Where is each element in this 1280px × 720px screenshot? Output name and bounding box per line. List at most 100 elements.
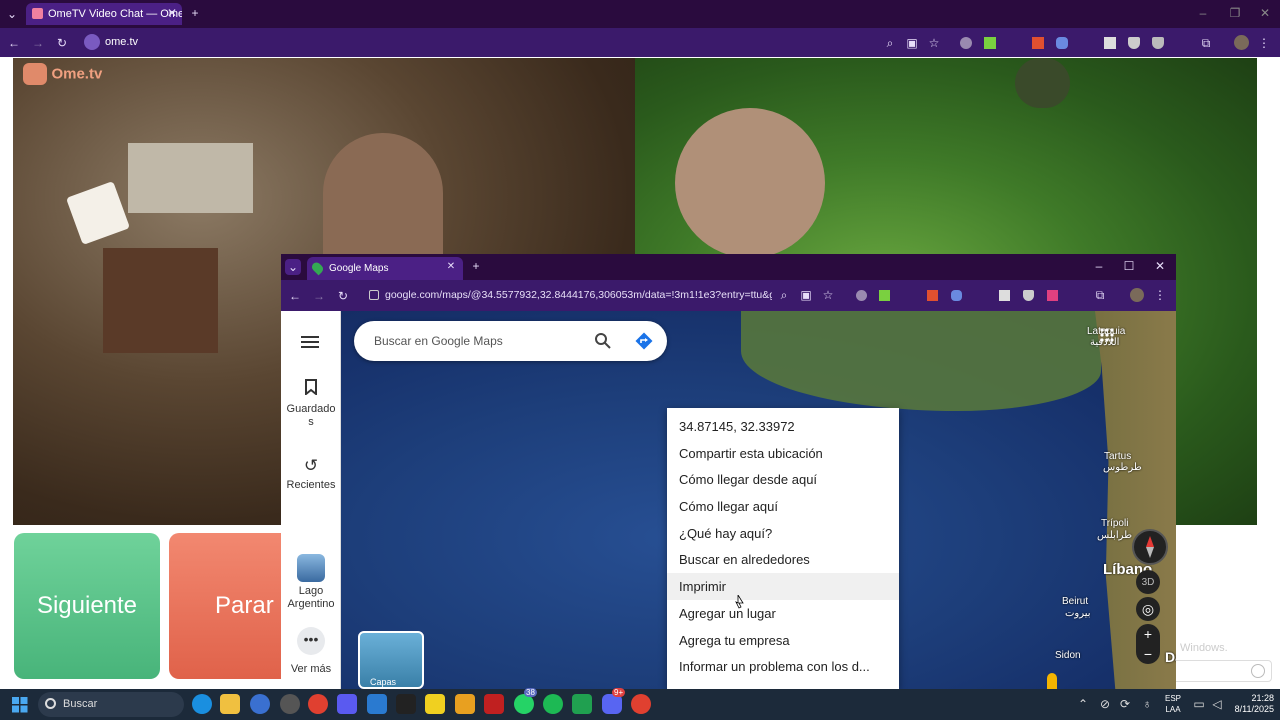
app-icon[interactable]	[250, 694, 270, 714]
windows-start-icon[interactable]	[12, 697, 28, 713]
back-icon[interactable]: ←	[6, 35, 22, 51]
extension-icon[interactable]	[984, 37, 996, 49]
minimize-icon[interactable]: –	[1196, 6, 1210, 20]
sidebar-item-lake[interactable]: Lago Argentino	[281, 554, 341, 611]
tab-search-icon[interactable]: ⌄	[4, 6, 20, 22]
new-tab-icon[interactable]: +	[469, 259, 483, 273]
chat-input[interactable]	[1170, 660, 1272, 682]
context-menu-item-add-place[interactable]: Agregar un lugar	[667, 600, 899, 627]
directions-icon[interactable]	[635, 332, 653, 350]
extensions-puzzle-icon[interactable]: ⧉	[1198, 35, 1214, 51]
language-indicator[interactable]: ESP LAA	[1160, 693, 1186, 715]
context-menu-item-search-nearby[interactable]: Buscar en alrededores	[667, 546, 899, 573]
my-location-icon[interactable]: ◎	[1136, 597, 1160, 621]
terminal-icon[interactable]	[396, 694, 416, 714]
shield-icon[interactable]	[1023, 290, 1034, 301]
extension-icon[interactable]	[1047, 290, 1058, 301]
display-icon[interactable]: ▭	[1192, 697, 1206, 711]
chrome-icon[interactable]	[308, 694, 328, 714]
extension-icon[interactable]	[879, 290, 890, 301]
site-settings-icon[interactable]	[369, 290, 379, 300]
maximize-icon[interactable]: ☐	[1122, 259, 1136, 273]
sidebar-item-recent[interactable]: ↺ Recientes	[281, 457, 341, 492]
teams-icon[interactable]	[337, 694, 357, 714]
excel-icon[interactable]	[572, 694, 592, 714]
bookmark-star-icon[interactable]: ☆	[821, 288, 835, 302]
sync-icon[interactable]: ⟳	[1118, 697, 1132, 711]
clock[interactable]: 21:28 8/11/2025	[1226, 693, 1274, 715]
filezilla-icon[interactable]	[484, 694, 504, 714]
close-tab-icon[interactable]: ✕	[166, 6, 178, 20]
reload-icon[interactable]: ↻	[335, 288, 351, 304]
extension-icon[interactable]	[1056, 37, 1068, 49]
close-window-icon[interactable]: ✕	[1153, 259, 1167, 273]
layers-button[interactable]: Capas	[358, 631, 424, 689]
context-menu-item-coordinates[interactable]: 34.87145, 32.33972	[667, 413, 899, 440]
minimize-icon[interactable]: –	[1092, 259, 1106, 273]
next-button[interactable]: Siguiente	[14, 533, 160, 679]
pegman-icon[interactable]	[1047, 673, 1057, 689]
google-apps-icon[interactable]	[1099, 327, 1115, 343]
zoom-icon[interactable]: ⌕	[777, 288, 791, 302]
search-input[interactable]: Buscar en Google Maps	[374, 334, 503, 348]
context-menu-item-report-problem[interactable]: Informar un problema con los d...	[667, 653, 899, 680]
profile-avatar[interactable]	[1130, 288, 1144, 302]
menu-kebab-icon[interactable]: ⋮	[1258, 35, 1270, 51]
extension-icon[interactable]	[927, 290, 938, 301]
sidebar-item-more[interactable]: ••• Ver más	[281, 627, 341, 676]
extension-icon[interactable]	[960, 37, 972, 49]
new-tab-icon[interactable]: +	[188, 6, 202, 20]
inner-tab-maps[interactable]: Google Maps	[307, 257, 463, 280]
vscode-icon[interactable]	[367, 694, 387, 714]
menu-hamburger-icon[interactable]	[301, 335, 319, 349]
extensions-puzzle-icon[interactable]: ⧉	[1093, 288, 1107, 302]
shield-icon[interactable]	[1152, 37, 1164, 49]
zoom-icon[interactable]: ⌕	[882, 35, 898, 51]
extension-icon[interactable]	[1032, 37, 1044, 49]
show-hidden-icons-icon[interactable]: ⌃	[1076, 697, 1090, 711]
forward-icon[interactable]: →	[30, 35, 46, 51]
emoji-icon[interactable]	[1251, 664, 1265, 678]
extension-icon[interactable]	[1104, 37, 1116, 49]
file-explorer-icon[interactable]	[220, 694, 240, 714]
zoom-in-icon[interactable]: +	[1136, 624, 1160, 644]
sidebar-item-saved[interactable]: Guardados	[281, 379, 341, 429]
maps-url[interactable]: google.com/maps/@34.5577932,32.8444176,3…	[367, 285, 772, 305]
compass-icon[interactable]	[1132, 529, 1168, 565]
tab-search-icon[interactable]: ⌄	[285, 259, 301, 275]
shield-icon[interactable]	[1128, 37, 1140, 49]
close-tab-icon[interactable]: ✕	[445, 260, 457, 272]
close-window-icon[interactable]: ✕	[1258, 6, 1272, 20]
extension-icon[interactable]	[999, 290, 1010, 301]
whatsapp-icon[interactable]: 38	[514, 688, 537, 714]
outer-url[interactable]: ome.tv	[105, 36, 138, 48]
maps-search-box[interactable]: Buscar en Google Maps	[354, 321, 667, 361]
microphone-icon[interactable]: ♁	[1140, 697, 1154, 711]
forward-icon[interactable]: →	[311, 288, 327, 304]
context-menu-item-directions-from[interactable]: Cómo llegar desde aquí	[667, 466, 899, 493]
maximize-icon[interactable]: ❐	[1228, 6, 1242, 20]
taskbar-search[interactable]: Buscar	[38, 692, 184, 717]
reload-icon[interactable]: ↻	[54, 35, 70, 51]
extension-icon[interactable]	[856, 290, 867, 301]
back-icon[interactable]: ←	[287, 288, 303, 304]
edge-icon[interactable]	[192, 694, 212, 714]
cast-icon[interactable]: ▣	[799, 288, 813, 302]
profile-avatar[interactable]	[1234, 35, 1249, 50]
context-menu-item-whats-here[interactable]: ¿Qué hay aquí?	[667, 520, 899, 547]
context-menu-item-directions-to[interactable]: Cómo llegar aquí	[667, 493, 899, 520]
site-info-icon[interactable]	[84, 34, 100, 50]
search-icon[interactable]	[594, 332, 612, 350]
outer-tab-ometv[interactable]: OmeTV Video Chat — Ome	[26, 3, 182, 25]
app-icon[interactable]	[455, 694, 475, 714]
volume-icon[interactable]: ◁	[1210, 697, 1224, 711]
bookmark-star-icon[interactable]: ☆	[926, 35, 942, 51]
context-menu-item-share[interactable]: Compartir esta ubicación	[667, 440, 899, 467]
menu-kebab-icon[interactable]: ⋮	[1154, 288, 1166, 302]
context-menu-item-print[interactable]: Imprimir	[667, 573, 899, 600]
chrome-icon[interactable]	[631, 694, 651, 714]
extension-icon[interactable]	[951, 290, 962, 301]
3d-button[interactable]: 3D	[1136, 570, 1160, 594]
zoom-out-icon[interactable]: −	[1136, 644, 1160, 664]
obs-icon[interactable]	[280, 694, 300, 714]
